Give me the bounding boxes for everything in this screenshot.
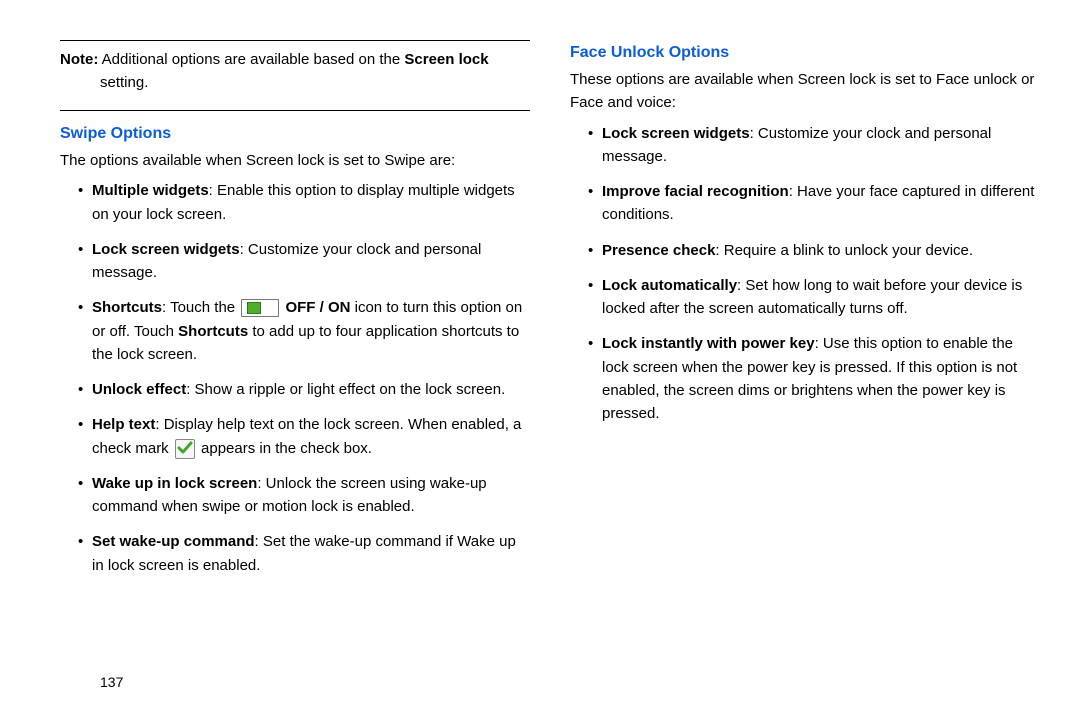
manual-page: Note: Additional options are available b… — [0, 0, 1080, 720]
item-text: appears in the check box. — [197, 440, 372, 457]
item-bold-2: Shortcuts — [178, 323, 248, 340]
swipe-options-intro: The options available when Screen lock i… — [60, 149, 530, 172]
note-text-1: Additional options are available based o… — [98, 51, 404, 68]
item-title: Unlock effect — [92, 381, 186, 398]
item-title: Set wake-up command — [92, 533, 255, 550]
right-column: Face Unlock Options These options are av… — [570, 40, 1040, 700]
item-title: Multiple widgets — [92, 182, 209, 199]
list-item: Unlock effect: Show a ripple or light ef… — [78, 378, 530, 401]
list-item: Lock instantly with power key: Use this … — [588, 332, 1040, 425]
face-unlock-list: Lock screen widgets: Customize your cloc… — [570, 122, 1040, 426]
checkmark-icon — [175, 439, 195, 459]
item-title: Lock automatically — [602, 277, 737, 294]
left-column: Note: Additional options are available b… — [60, 40, 530, 700]
list-item: Multiple widgets: Enable this option to … — [78, 179, 530, 226]
item-title: Shortcuts — [92, 299, 162, 316]
item-title: Wake up in lock screen — [92, 475, 257, 492]
list-item: Set wake-up command: Set the wake-up com… — [78, 530, 530, 577]
item-text: : Touch the — [162, 299, 239, 316]
note-bold: Screen lock — [404, 51, 488, 68]
item-text: : Show a ripple or light effect on the l… — [186, 381, 505, 398]
toggle-off-on-icon — [241, 299, 279, 317]
item-title: Lock screen widgets — [92, 241, 240, 258]
list-item: Presence check: Require a blink to unloc… — [588, 239, 1040, 262]
horizontal-rule — [60, 40, 530, 41]
face-unlock-intro: These options are available when Screen … — [570, 68, 1040, 115]
list-item: Lock screen widgets: Customize your cloc… — [78, 238, 530, 285]
toggle-label: OFF / ON — [281, 299, 350, 316]
list-item: Wake up in lock screen: Unlock the scree… — [78, 472, 530, 519]
list-item: Shortcuts: Touch the OFF / ON icon to tu… — [78, 296, 530, 366]
note-block: Note: Additional options are available b… — [60, 49, 530, 94]
item-text: : Require a blink to unlock your device. — [715, 242, 973, 259]
list-item: Lock automatically: Set how long to wait… — [588, 274, 1040, 321]
item-title: Improve facial recognition — [602, 183, 789, 200]
list-item: Lock screen widgets: Customize your cloc… — [588, 122, 1040, 169]
note-prefix: Note: — [60, 51, 98, 68]
item-title: Help text — [92, 416, 155, 433]
list-item: Improve facial recognition: Have your fa… — [588, 180, 1040, 227]
horizontal-rule — [60, 110, 530, 111]
face-unlock-heading: Face Unlock Options — [570, 44, 1040, 62]
note-text-2: setting. — [60, 72, 530, 95]
item-title: Lock instantly with power key — [602, 335, 815, 352]
page-number: 137 — [100, 674, 123, 690]
item-title: Lock screen widgets — [602, 125, 750, 142]
item-title: Presence check — [602, 242, 715, 259]
list-item: Help text: Display help text on the lock… — [78, 413, 530, 460]
swipe-options-heading: Swipe Options — [60, 125, 530, 143]
swipe-options-list: Multiple widgets: Enable this option to … — [60, 179, 530, 577]
